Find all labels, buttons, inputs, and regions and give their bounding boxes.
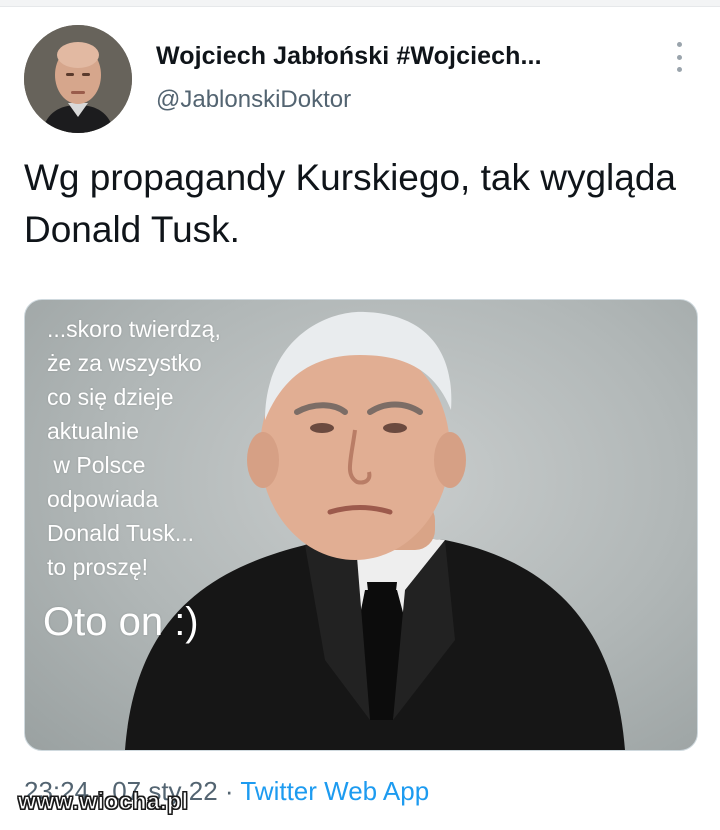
top-divider — [0, 0, 720, 7]
more-vertical-icon[interactable] — [668, 42, 690, 72]
image-caption-punchline: Oto on :) — [43, 600, 199, 644]
author-handle[interactable]: @JablonskiDoktor — [156, 86, 351, 114]
dot — [676, 42, 682, 47]
avatar-photo — [24, 25, 132, 133]
dot — [676, 54, 682, 60]
avatar[interactable] — [24, 25, 132, 133]
watermark: www.wiocha.pl — [18, 788, 189, 815]
dot — [676, 67, 682, 72]
tweet-media[interactable]: ...skoro twierdzą, że za wszystko co się… — [24, 299, 698, 751]
meta-separator: · — [217, 776, 241, 806]
author-name[interactable]: Wojciech Jabłoński #Wojciech... — [156, 42, 542, 71]
tweet-source[interactable]: Twitter Web App — [240, 776, 429, 806]
image-caption-text: ...skoro twierdzą, że za wszystko co się… — [47, 316, 221, 580]
tweet-text: Wg propagandy Kurskiego, tak wygląda Don… — [24, 157, 676, 250]
